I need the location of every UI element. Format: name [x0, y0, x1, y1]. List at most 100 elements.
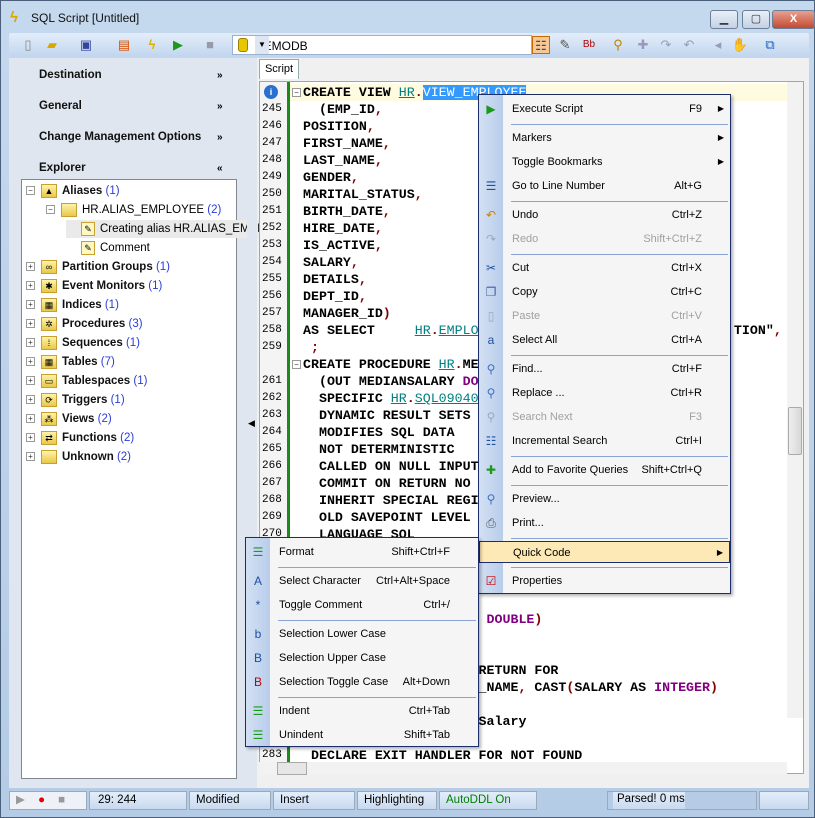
menu-item[interactable]: ✂ Cut Ctrl+X: [479, 257, 730, 279]
window-icon[interactable]: ⧉: [761, 36, 779, 54]
maximize-button[interactable]: ▢: [742, 10, 770, 29]
database-select[interactable]: DEMODB ▼: [232, 35, 532, 55]
fold-icon[interactable]: −: [292, 88, 301, 97]
tree-item[interactable]: + ▦ Tables (7): [26, 353, 115, 371]
menu-shortcut: Ctrl+X: [671, 262, 702, 274]
fold-icon[interactable]: −: [292, 360, 301, 369]
tree-item[interactable]: + ⟳ Triggers (1): [26, 391, 125, 409]
menu-item[interactable]: A Select Character Ctrl+Alt+Space: [246, 570, 478, 592]
open-folder-icon[interactable]: ▰: [43, 36, 61, 54]
menu-item[interactable]: ⎙ Print...: [479, 512, 730, 534]
section-header[interactable]: General: [39, 100, 82, 112]
expander-icon[interactable]: +: [26, 319, 35, 329]
menu-item[interactable]: ⚲ Preview...: [479, 488, 730, 510]
menu-item[interactable]: Quick Code ▶: [479, 541, 730, 563]
vertical-scrollbar[interactable]: [787, 82, 803, 718]
tree-item[interactable]: − ▲ Aliases (1): [26, 182, 120, 200]
section-header[interactable]: Destination: [39, 69, 102, 81]
resize-grip[interactable]: [759, 791, 809, 810]
menu-item[interactable]: ↶ Undo Ctrl+Z: [479, 204, 730, 226]
tree-item[interactable]: + Unknown (2): [26, 448, 131, 466]
new-file-icon[interactable]: ▯: [19, 36, 37, 54]
chevron-icon[interactable]: «: [217, 163, 223, 174]
menu-item[interactable]: ⚲ Replace ... Ctrl+R: [479, 382, 730, 404]
tree-item[interactable]: + ▦ Indices (1): [26, 296, 119, 314]
section-header[interactable]: Explorer: [39, 162, 86, 174]
tree-item[interactable]: + ▭ Tablespaces (1): [26, 372, 147, 390]
expander-icon[interactable]: +: [26, 281, 35, 291]
tree-item[interactable]: + ⁂ Views (2): [26, 410, 112, 428]
menu-item[interactable]: ❐ Copy Ctrl+C: [479, 281, 730, 303]
horizontal-scrollbar[interactable]: [259, 762, 787, 775]
lightning-icon[interactable]: ϟ: [143, 36, 161, 54]
menu-item[interactable]: ▶ Execute Script F9 ▶: [479, 98, 730, 120]
section-header[interactable]: Change Management Options: [39, 131, 201, 143]
execute-icon[interactable]: ▶: [169, 36, 187, 54]
tool-icon[interactable]: ⚲: [609, 36, 627, 54]
menu-item[interactable]: ✚ Add to Favorite Queries Shift+Ctrl+Q: [479, 459, 730, 481]
add-icon[interactable]: ✚: [634, 36, 652, 54]
tree-item[interactable]: + ✲ Procedures (3): [26, 315, 143, 333]
expander-icon[interactable]: +: [26, 414, 35, 424]
scroll-thumb[interactable]: [788, 407, 802, 455]
folder-icon: ⟳: [41, 392, 57, 407]
tree-item[interactable]: + ⇄ Functions (2): [26, 429, 134, 447]
script-icon[interactable]: ▤: [115, 36, 133, 54]
tree-item[interactable]: ✎ Comment: [66, 239, 150, 257]
menu-item[interactable]: ☰ Format Shift+Ctrl+F: [246, 541, 478, 563]
menu-item[interactable]: ☷ Incremental Search Ctrl+I: [479, 430, 730, 452]
expander-icon[interactable]: +: [26, 395, 35, 405]
tree-item[interactable]: + ∞ Partition Groups (1): [26, 258, 170, 276]
save-icon[interactable]: ▣: [77, 36, 95, 54]
back-icon[interactable]: ◂: [709, 36, 727, 54]
hand-icon[interactable]: ✋: [731, 36, 749, 54]
expander-icon[interactable]: +: [26, 452, 35, 462]
menu-item[interactable]: a Select All Ctrl+A: [479, 329, 730, 351]
case-icon[interactable]: Bb: [580, 36, 598, 54]
expander-icon[interactable]: −: [46, 205, 55, 215]
menu-item[interactable]: ☰ Unindent Shift+Tab: [246, 724, 478, 746]
chevron-icon[interactable]: »: [217, 132, 223, 143]
tree-view-icon[interactable]: ☷: [532, 36, 550, 54]
chevron-icon[interactable]: »: [217, 101, 223, 112]
chevron-icon[interactable]: »: [217, 70, 223, 81]
expander-icon[interactable]: +: [26, 376, 35, 386]
menu-item[interactable]: ☰ Indent Ctrl+Tab: [246, 700, 478, 722]
expander-icon[interactable]: −: [26, 186, 35, 196]
stop-macro-icon[interactable]: ■: [58, 794, 65, 806]
menu-item[interactable]: Markers ▶: [479, 127, 730, 149]
expander-icon[interactable]: +: [26, 357, 35, 367]
menu-item[interactable]: ⚲ Find... Ctrl+F: [479, 358, 730, 380]
code-line: (OUT MEDIANSALARY DO: [303, 373, 479, 390]
menu-item[interactable]: B Selection Toggle Case Alt+Down: [246, 671, 478, 693]
menu-item[interactable]: Toggle Bookmarks ▶: [479, 151, 730, 173]
line-number: 252: [262, 222, 282, 234]
expander-icon[interactable]: +: [26, 300, 35, 310]
menu-item[interactable]: ☑ Properties: [479, 570, 730, 592]
tree-item[interactable]: + ⁞ Sequences (1): [26, 334, 140, 352]
expander-icon[interactable]: +: [26, 433, 35, 443]
collapse-arrow-icon[interactable]: ◀: [248, 418, 255, 429]
menu-item-label: Selection Toggle Case: [279, 676, 389, 688]
tree-item[interactable]: + ✱ Event Monitors (1): [26, 277, 162, 295]
redo-arrow-icon[interactable]: ↷: [657, 36, 675, 54]
expander-icon[interactable]: +: [26, 338, 35, 348]
h-scroll-thumb[interactable]: [277, 762, 307, 775]
tree-item[interactable]: − HR.ALIAS_EMPLOYEE (2): [46, 201, 221, 219]
stop-icon[interactable]: ■: [201, 36, 219, 54]
close-button[interactable]: X: [772, 10, 815, 29]
undo-arrow-icon[interactable]: ↶: [680, 36, 698, 54]
minimize-button[interactable]: ▁: [710, 10, 738, 29]
edit-icon[interactable]: ✎: [556, 36, 574, 54]
menu-item[interactable]: ☰ Go to Line Number Alt+G: [479, 175, 730, 197]
play-macro-icon[interactable]: ▶: [16, 794, 25, 806]
expander-icon[interactable]: +: [26, 262, 35, 272]
tab-script[interactable]: Script: [259, 59, 299, 79]
status-bar: ▶ ● ■ 29: 244 Modified Insert Highlighti…: [9, 790, 809, 811]
menu-item[interactable]: * Toggle Comment Ctrl+/: [246, 594, 478, 616]
record-icon[interactable]: ●: [38, 794, 45, 806]
menu-item[interactable]: b Selection Lower Case: [246, 623, 478, 645]
menu-item[interactable]: B Selection Upper Case: [246, 647, 478, 669]
tree-item-count: (1): [110, 394, 125, 406]
chevron-down-icon[interactable]: ▼: [255, 36, 269, 54]
